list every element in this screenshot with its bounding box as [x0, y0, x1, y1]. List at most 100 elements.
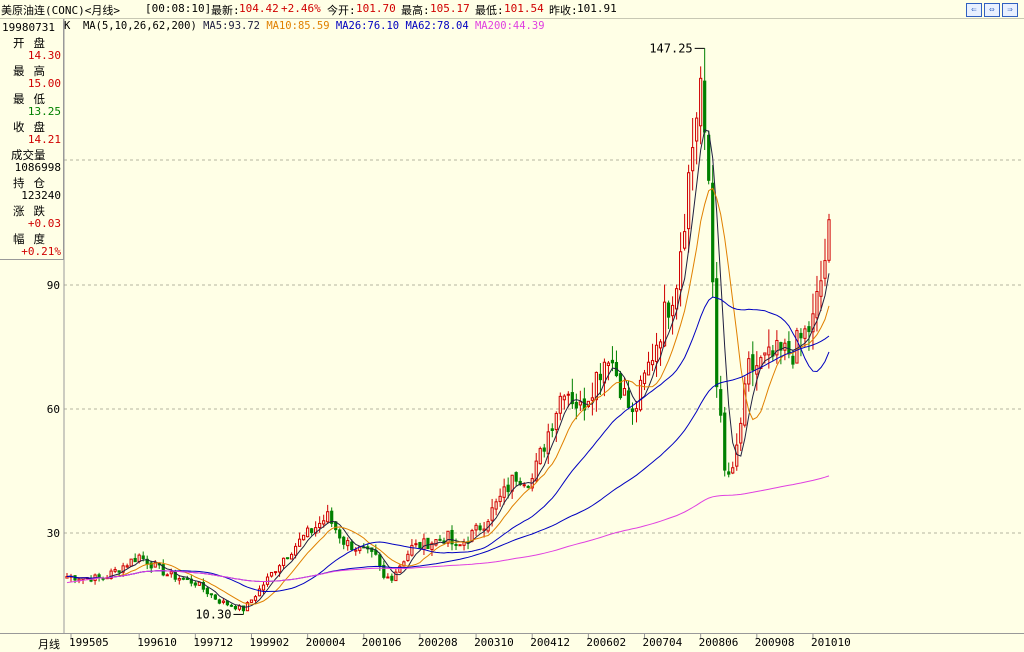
candle-body — [137, 554, 141, 563]
candle-body — [141, 555, 145, 560]
candle-body — [550, 428, 554, 431]
candle-body — [538, 448, 542, 465]
candle-body — [654, 344, 659, 362]
candle-body — [346, 540, 350, 547]
candle-body — [169, 571, 173, 575]
candle-body — [185, 578, 189, 581]
candle-body — [827, 219, 831, 261]
candle-body — [727, 471, 731, 475]
candle-body — [338, 529, 342, 539]
candle-body — [803, 328, 807, 339]
candle-body — [310, 528, 314, 533]
candle-body — [342, 536, 346, 545]
y-tick-label: 90 — [47, 279, 60, 292]
candle-body — [318, 522, 322, 529]
candle-body — [606, 362, 611, 367]
candle-body — [646, 361, 651, 376]
candle-body — [787, 341, 791, 355]
candle-body — [298, 538, 302, 547]
candlestick-chart[interactable]: 306090147.2510.30199505 199610 199712 19990… — [0, 0, 1024, 651]
candle-body — [642, 372, 647, 385]
candle-body — [610, 359, 615, 364]
candle-body — [129, 558, 133, 567]
candle-body — [285, 557, 290, 560]
candle-body — [763, 352, 767, 356]
candle-body — [334, 521, 338, 531]
candle-body — [293, 545, 298, 556]
candle-body — [205, 587, 209, 595]
candle-body — [691, 147, 695, 172]
candle-body — [670, 304, 675, 317]
candle-body — [578, 401, 582, 406]
candle-body — [326, 511, 330, 523]
candle-body — [683, 231, 687, 249]
candle-body — [522, 484, 526, 487]
candle-body — [650, 360, 655, 366]
ma10-line — [66, 187, 830, 605]
candle-body — [406, 553, 410, 561]
y-tick-label: 30 — [47, 527, 60, 540]
candle-body — [237, 605, 242, 610]
candle-body — [398, 565, 402, 573]
candle-body — [711, 182, 715, 283]
candle-body — [719, 389, 723, 416]
candle-body — [731, 467, 735, 474]
candle-body — [390, 575, 394, 581]
candle-body — [490, 507, 494, 521]
candle-body — [687, 172, 691, 230]
candle-body — [819, 280, 823, 297]
candle-body — [739, 422, 743, 444]
candle-body — [229, 604, 234, 607]
candle-body — [658, 341, 663, 349]
candle-body — [193, 582, 197, 586]
candle-body — [558, 395, 562, 414]
candle-body — [498, 495, 502, 503]
candle-body — [735, 444, 739, 467]
candle-body — [662, 301, 667, 347]
y-tick-label: 60 — [47, 403, 60, 416]
candle-body — [350, 541, 354, 551]
candle-body — [542, 447, 546, 452]
candle-body — [791, 355, 795, 365]
high-annotation: 147.25 — [649, 41, 692, 55]
candle-body — [574, 401, 578, 409]
candle-body — [438, 538, 442, 541]
candle-body — [795, 330, 799, 364]
candle-body — [113, 569, 117, 572]
candle-body — [707, 134, 711, 181]
candle-body — [630, 408, 635, 413]
candle-body — [302, 534, 306, 541]
candle-body — [181, 577, 185, 580]
candle-body — [426, 537, 430, 550]
candle-body — [634, 408, 639, 412]
candle-body — [815, 290, 819, 319]
candle-body — [562, 395, 566, 401]
candle-body — [502, 486, 506, 498]
candle-body — [378, 554, 382, 567]
candle-body — [213, 594, 217, 600]
candle-body — [117, 570, 121, 573]
candle-body — [221, 600, 226, 603]
candle-body — [799, 332, 803, 339]
candle-body — [478, 525, 482, 531]
candle-body — [197, 581, 201, 586]
candle-body — [699, 77, 703, 127]
candle-body — [566, 393, 570, 396]
candle-body — [494, 501, 498, 510]
candle-body — [289, 553, 294, 560]
candle-body — [177, 578, 181, 581]
candle-body — [554, 412, 558, 431]
candle-body — [747, 358, 751, 385]
candle-body — [253, 596, 258, 601]
candle-body — [418, 542, 422, 549]
candle-body — [666, 302, 671, 318]
candle-body — [598, 373, 603, 381]
candle-body — [125, 565, 129, 568]
ma26-line — [66, 296, 830, 592]
candle-body — [306, 527, 310, 538]
candle-body — [510, 474, 514, 492]
candle-body — [458, 544, 462, 547]
candle-body — [823, 260, 827, 279]
candle-body — [807, 326, 811, 333]
candle-body — [679, 251, 683, 291]
